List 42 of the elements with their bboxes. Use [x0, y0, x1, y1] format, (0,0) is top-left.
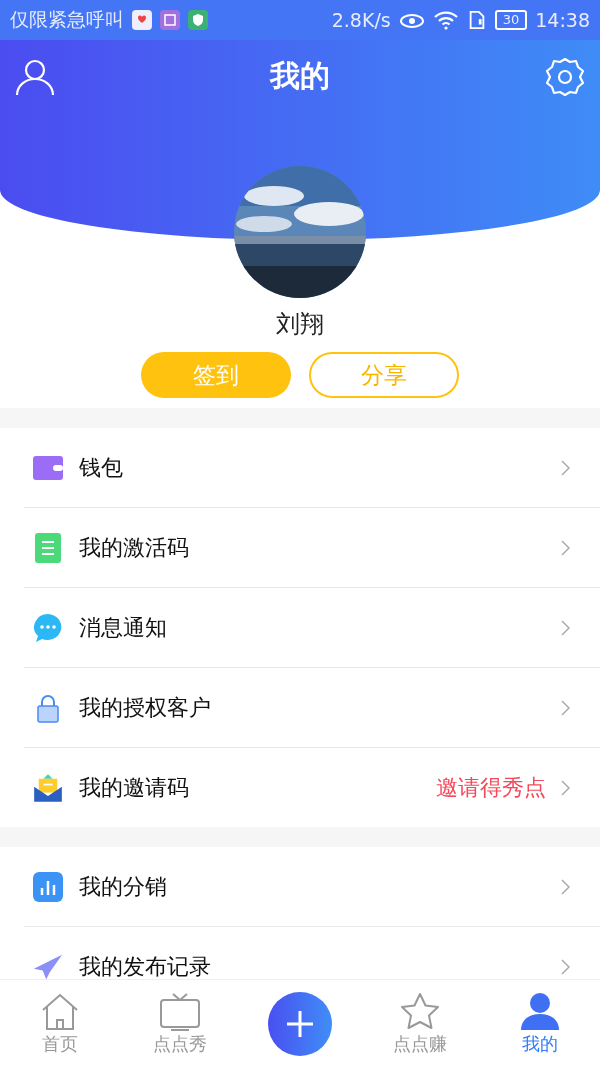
- chevron-right-icon: [560, 539, 570, 556]
- list-icon: [33, 532, 63, 563]
- network-speed: 2.8K/s: [331, 9, 391, 31]
- carrier-text: 仅限紧急呼叫: [10, 7, 124, 32]
- menu-item[interactable]: 我的授权客户: [24, 668, 600, 748]
- menu-label: 消息通知: [79, 613, 168, 642]
- star-icon: [399, 991, 441, 1032]
- invite-reward-text: 邀请得秀点: [436, 773, 546, 802]
- menu-label: 我的邀请码: [79, 773, 190, 802]
- shield-app-icon: [188, 10, 208, 30]
- menu-item[interactable]: 我的邀请码 邀请得秀点: [24, 748, 600, 827]
- chevron-right-icon: [560, 878, 570, 895]
- menu-label: 我的分销: [79, 872, 168, 901]
- wifi-icon: [432, 10, 459, 30]
- clock-text: 14:38: [535, 9, 590, 31]
- chevron-right-icon: [560, 779, 570, 796]
- menu-item[interactable]: 消息通知: [24, 588, 600, 668]
- menu-label: 钱包: [79, 453, 124, 482]
- chevron-right-icon: [560, 958, 570, 975]
- menu-item[interactable]: 我的激活码: [24, 508, 600, 588]
- menu-label: 我的发布记录: [79, 952, 212, 979]
- envelope-icon: [33, 772, 63, 803]
- chevron-right-icon: [560, 619, 570, 636]
- menu-label: 我的激活码: [79, 533, 190, 562]
- add-icon: [268, 991, 332, 1056]
- chevron-right-icon: [560, 459, 570, 476]
- menu-item[interactable]: 我的发布记录: [24, 927, 600, 979]
- bar-chart-icon: [33, 871, 63, 902]
- user-icon: [519, 991, 561, 1032]
- chat-bubble-icon: [33, 612, 63, 643]
- tv-icon: [159, 991, 201, 1032]
- battery-indicator: 30: [494, 10, 528, 30]
- gallery-app-icon: [160, 10, 180, 30]
- health-app-icon: [132, 10, 152, 30]
- menu-label: 我的授权客户: [79, 693, 212, 722]
- menu-item[interactable]: 我的分销: [24, 847, 600, 927]
- user-name: 刘翔: [276, 309, 324, 340]
- tab[interactable]: 我的: [490, 991, 590, 1056]
- chevron-right-icon: [560, 699, 570, 716]
- page-title: 我的: [270, 57, 330, 95]
- settings-icon[interactable]: [545, 56, 585, 97]
- menu-item[interactable]: 钱包: [24, 428, 600, 508]
